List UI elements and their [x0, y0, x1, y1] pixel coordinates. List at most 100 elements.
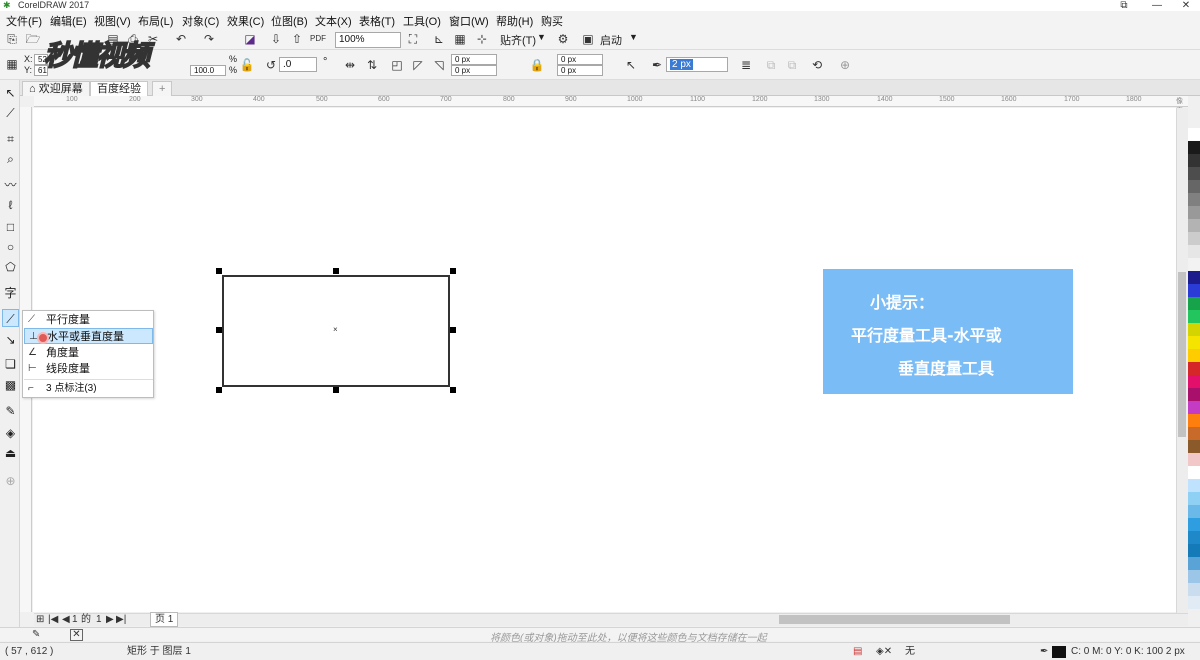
fill-bucket-icon[interactable]: ◈✕ — [876, 643, 892, 660]
scalloped-corner-icon[interactable]: ◸ — [409, 56, 427, 74]
rectangle-tool-icon[interactable]: □ — [2, 218, 19, 236]
corner-radius-top-left-input[interactable]: 0 px — [451, 54, 497, 65]
palette-swatch[interactable] — [1188, 427, 1200, 440]
outline-pen-icon[interactable]: ✒ — [1040, 643, 1048, 660]
menu-buy[interactable]: 购买 — [541, 13, 563, 29]
options-gear-icon[interactable]: ⚙ — [554, 30, 572, 48]
wrap-text-icon[interactable]: ≣ — [737, 56, 755, 74]
selection-handle[interactable] — [333, 268, 339, 274]
palette-swatch[interactable] — [1188, 414, 1200, 427]
chevron-down-icon[interactable]: ▼ — [629, 32, 638, 42]
palette-swatch[interactable] — [1188, 271, 1200, 284]
palette-swatch[interactable] — [1188, 245, 1200, 258]
chamfered-corner-icon[interactable]: ◹ — [430, 56, 448, 74]
flyout-item-horizontal-vertical-dimension[interactable]: ⊥ 水平或垂直度量 — [24, 328, 153, 344]
selection-handle[interactable] — [450, 268, 456, 274]
palette-swatch[interactable] — [1188, 596, 1200, 609]
eyedropper-icon[interactable]: ✎ — [32, 629, 40, 640]
selection-handle[interactable] — [216, 268, 222, 274]
new-tab-button[interactable]: + — [152, 81, 173, 96]
interactive-fill-icon[interactable]: ◈ — [2, 424, 19, 442]
mirror-horizontal-icon[interactable]: ⇹ — [341, 56, 359, 74]
palette-swatch[interactable] — [1188, 167, 1200, 180]
add-toolbar-icon[interactable]: ⊕ — [836, 56, 854, 74]
open-folder-icon[interactable]: 🗁 — [24, 30, 42, 48]
relative-corner-scaling-icon[interactable]: ↖ — [622, 56, 640, 74]
corner-radius-bottom-right-input[interactable]: 0 px — [557, 65, 603, 76]
corner-radius-bottom-left-input[interactable]: 0 px — [451, 65, 497, 76]
palette-swatch[interactable] — [1188, 219, 1200, 232]
palette-swatch[interactable] — [1188, 180, 1200, 193]
add-page-icon[interactable]: ⊞ — [36, 613, 44, 626]
tab-page-1[interactable]: 页 1 — [150, 612, 179, 627]
palette-swatch[interactable] — [1188, 479, 1200, 492]
publish-pdf-icon[interactable]: PDF — [309, 30, 327, 48]
palette-swatch[interactable] — [1188, 583, 1200, 596]
close-button[interactable]: ✕ — [1166, 0, 1200, 11]
palette-swatch[interactable] — [1188, 375, 1200, 388]
first-page-button[interactable]: |◀ — [48, 613, 58, 626]
palette-swatch[interactable] — [1188, 141, 1200, 154]
menu-window[interactable]: 窗口(W) — [449, 13, 489, 29]
selection-handle[interactable] — [216, 387, 222, 393]
search-content-icon[interactable]: ◪ — [241, 30, 259, 48]
outline-color-swatch[interactable] — [1052, 646, 1066, 658]
palette-swatch[interactable] — [1188, 336, 1200, 349]
menu-layout[interactable]: 布局(L) — [138, 13, 173, 29]
palette-swatch[interactable] — [1188, 531, 1200, 544]
show-rulers-icon[interactable]: ⊾ — [430, 30, 448, 48]
palette-swatch[interactable] — [1188, 453, 1200, 466]
chevron-down-icon[interactable]: ▼ — [537, 32, 546, 42]
palette-swatch[interactable] — [1188, 232, 1200, 245]
round-corner-icon[interactable]: ◰ — [388, 56, 406, 74]
ellipse-tool-icon[interactable]: ○ — [2, 238, 19, 256]
zoom-tool-icon[interactable]: ⌕ — [2, 150, 19, 168]
selection-handle[interactable] — [333, 387, 339, 393]
export-icon[interactable]: ⇧ — [288, 30, 306, 48]
application-launcher-icon[interactable]: ▣ — [579, 30, 597, 48]
text-tool-icon[interactable]: 字 — [2, 284, 19, 302]
tab-document[interactable]: 百度经验 — [90, 81, 148, 96]
show-guidelines-icon[interactable]: ⊹ — [473, 30, 491, 48]
palette-swatch[interactable] — [1188, 362, 1200, 375]
menu-file[interactable]: 文件(F) — [6, 13, 42, 29]
palette-swatch[interactable] — [1188, 518, 1200, 531]
palette-swatch[interactable] — [1188, 193, 1200, 206]
palette-swatch[interactable] — [1188, 492, 1200, 505]
show-grid-icon[interactable]: ▦ — [451, 30, 469, 48]
rotation-angle-input[interactable]: .0 — [279, 57, 317, 72]
palette-swatch[interactable] — [1188, 206, 1200, 219]
flyout-item-3-point-callout[interactable]: ⌐ 3 点标注(3) — [24, 381, 153, 397]
menu-tools[interactable]: 工具(O) — [403, 13, 441, 29]
zoom-level-select[interactable]: 100% — [335, 32, 401, 48]
palette-swatch[interactable] — [1188, 258, 1200, 271]
menu-table[interactable]: 表格(T) — [359, 13, 395, 29]
no-color-swatch[interactable]: ✕ — [70, 629, 83, 641]
palette-swatch[interactable] — [1188, 544, 1200, 557]
selection-handle[interactable] — [450, 387, 456, 393]
menu-text[interactable]: 文本(X) — [315, 13, 352, 29]
pick-tool-icon[interactable]: ↖ — [2, 84, 19, 102]
palette-swatch[interactable] — [1188, 388, 1200, 401]
palette-swatch[interactable] — [1188, 349, 1200, 362]
snap-to-dropdown[interactable]: 贴齐(T) — [500, 32, 536, 48]
full-screen-icon[interactable]: ⛶ — [404, 30, 422, 48]
palette-swatch[interactable] — [1188, 284, 1200, 297]
transparency-icon[interactable]: ▩ — [2, 376, 19, 394]
palette-swatch[interactable] — [1188, 310, 1200, 323]
mirror-vertical-icon[interactable]: ⇅ — [363, 56, 381, 74]
menu-object[interactable]: 对象(C) — [182, 13, 219, 29]
palette-swatch[interactable] — [1188, 128, 1200, 141]
convert-to-curves-icon[interactable]: ⟲ — [808, 56, 826, 74]
dimension-tool-icon[interactable]: ⟋ — [2, 309, 19, 327]
add-tool-icon[interactable]: ⊕ — [2, 472, 19, 490]
menu-effects[interactable]: 效果(C) — [227, 13, 264, 29]
palette-swatch[interactable] — [1188, 401, 1200, 414]
palette-swatch[interactable] — [1188, 570, 1200, 583]
vertical-scroll-thumb[interactable] — [1178, 272, 1186, 437]
flyout-item-angular-dimension[interactable]: ∠ 角度量 — [24, 345, 153, 361]
launch-dropdown[interactable]: 启动 — [600, 32, 622, 48]
flyout-item-segment-dimension[interactable]: ⊢ 线段度量 — [24, 361, 153, 377]
polygon-tool-icon[interactable]: ⬠ — [2, 258, 19, 276]
corner-radius-top-right-input[interactable]: 0 px — [557, 54, 603, 65]
